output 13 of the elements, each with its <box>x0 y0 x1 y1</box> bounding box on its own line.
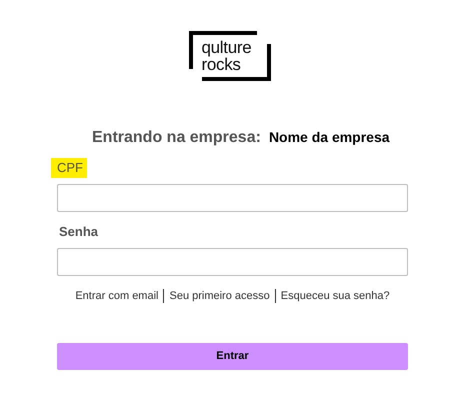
logo-text: rocks <box>202 56 241 73</box>
company-name: Nome da empresa <box>268 128 390 147</box>
field-label: CPF <box>51 158 87 178</box>
submit-button[interactable]: Entrar <box>57 342 408 370</box>
heading-label: Entrando na empresa: <box>92 128 261 148</box>
link[interactable]: Esqueceu sua senha? <box>280 288 390 304</box>
text-field[interactable] <box>57 248 408 276</box>
link[interactable]: Entrar com email <box>75 288 158 304</box>
logo-frame-icon <box>188 30 270 82</box>
text-field[interactable] <box>57 184 408 212</box>
field-label: Senha <box>58 223 100 241</box>
logo-text: qulture <box>202 39 252 56</box>
link[interactable]: Seu primeiro acesso <box>169 288 270 304</box>
